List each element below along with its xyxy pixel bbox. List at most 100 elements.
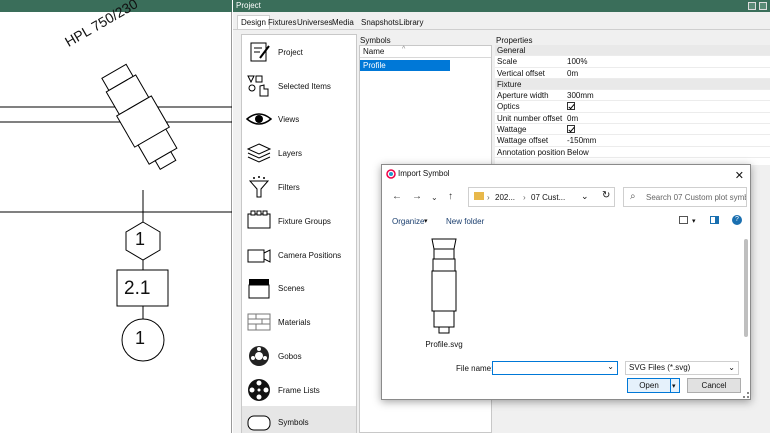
funnel-icon xyxy=(248,176,270,198)
property-key: Annotation position xyxy=(497,147,566,157)
file-item-profile[interactable]: Profile.svg xyxy=(424,237,464,349)
property-row[interactable]: Aperture width 300mm xyxy=(495,90,770,102)
property-key: Scale xyxy=(497,57,518,67)
property-row[interactable]: Wattage xyxy=(495,124,770,136)
property-value[interactable]: 100% xyxy=(567,56,587,67)
design-item-gobos[interactable]: Gobos xyxy=(242,340,356,373)
file-name-input[interactable]: ⌄ xyxy=(492,361,618,375)
property-row[interactable]: Scale 100% xyxy=(495,56,770,68)
tab-design[interactable]: Design xyxy=(237,15,270,29)
property-value[interactable]: Below xyxy=(567,147,589,158)
restore-button[interactable] xyxy=(748,2,756,10)
fixture-groups-icon xyxy=(247,210,271,229)
up-arrow-icon[interactable]: ↑ xyxy=(448,191,453,202)
tab-library[interactable]: Library xyxy=(399,18,423,27)
property-value[interactable]: 0m xyxy=(567,113,578,124)
new-folder-button[interactable]: New folder xyxy=(446,217,484,226)
unit-number: 2.1 xyxy=(124,278,151,299)
open-button[interactable]: Open xyxy=(627,378,671,393)
wattage-checkbox[interactable] xyxy=(567,125,575,134)
help-icon[interactable]: ? xyxy=(732,215,742,225)
file-type-chevron-icon: ⌄ xyxy=(728,363,735,372)
design-item-project[interactable]: Project xyxy=(242,36,356,69)
tab-fixtures[interactable]: Fixtures xyxy=(268,18,296,27)
design-item-selected-items[interactable]: Selected Items xyxy=(242,70,356,103)
design-item-camera-positions[interactable]: Camera Positions xyxy=(242,239,356,272)
property-value[interactable]: 0m xyxy=(567,68,578,79)
close-button[interactable] xyxy=(759,2,767,10)
view-options-icon[interactable] xyxy=(679,216,688,224)
project-titlebar: Project xyxy=(233,0,770,12)
search-box[interactable]: ⌕ Search 07 Custom plot symb... xyxy=(623,187,747,207)
design-item-label: Camera Positions xyxy=(278,251,342,260)
design-item-materials[interactable]: Materials xyxy=(242,306,356,339)
search-icon: ⌕ xyxy=(630,191,636,202)
property-row[interactable]: Vertical offset 0m xyxy=(495,68,770,79)
design-item-filters[interactable]: Filters xyxy=(242,171,356,204)
resize-grip-icon[interactable] xyxy=(743,392,749,398)
design-item-layers[interactable]: Layers xyxy=(242,137,356,170)
file-name-chevron-icon[interactable]: ⌄ xyxy=(607,362,614,371)
design-item-label: Filters xyxy=(278,183,300,192)
cancel-button[interactable]: Cancel xyxy=(687,378,741,393)
property-row[interactable]: Annotation position Below xyxy=(495,147,770,158)
path-part-folder[interactable]: 07 Cust... xyxy=(531,193,565,202)
tab-universes[interactable]: Universes xyxy=(297,18,333,27)
open-chevron-icon: ▾ xyxy=(672,383,676,390)
recent-chevron-icon[interactable]: ⌄ xyxy=(431,193,438,202)
tab-snapshots[interactable]: Snapshots xyxy=(361,18,399,27)
design-item-views[interactable]: Views xyxy=(242,103,356,136)
path-part-year[interactable]: 202... xyxy=(495,193,515,202)
file-view: Profile.svg xyxy=(382,233,750,353)
file-type-value: SVG Files (*.svg) xyxy=(629,363,691,372)
design-item-symbols[interactable]: Symbols xyxy=(242,406,356,433)
open-dropdown-button[interactable]: ▾ xyxy=(670,378,680,393)
dialog-titlebar: Import Symbol ✕ xyxy=(382,165,750,183)
optics-checkbox[interactable] xyxy=(567,102,575,111)
design-list: Project Selected Items Views Layers Filt… xyxy=(241,34,357,433)
symbols-heading: Symbols xyxy=(360,36,391,45)
property-row[interactable]: Optics xyxy=(495,101,770,113)
gobo-icon xyxy=(249,346,269,366)
property-key: Optics xyxy=(497,102,520,112)
properties-grid: General Scale 100% Vertical offset 0m Fixt… xyxy=(495,45,770,165)
property-group-fixture: Fixture xyxy=(495,78,770,91)
symbol-icon xyxy=(247,415,271,431)
dialog-title: Import Symbol xyxy=(398,169,450,178)
symbol-row-profile[interactable]: Profile xyxy=(360,60,450,71)
file-type-select[interactable]: SVG Files (*.svg) ⌄ xyxy=(625,361,739,375)
property-row[interactable]: Wattage offset -150mm xyxy=(495,135,770,147)
navigation-bar: ← → ⌄ ↑ › 202... › 07 Cust... ⌄ ↻ ⌕ Sear… xyxy=(382,187,750,207)
layers-icon xyxy=(246,143,272,163)
file-name-label: File name: xyxy=(456,364,494,373)
design-item-frame-lists[interactable]: Frame Lists xyxy=(242,374,356,407)
refresh-icon[interactable]: ↻ xyxy=(602,190,610,201)
property-group-general: General xyxy=(495,45,770,57)
path-separator: › xyxy=(487,193,490,202)
circle-number: 1 xyxy=(135,328,146,348)
design-item-fixture-groups[interactable]: Fixture Groups xyxy=(242,205,356,238)
address-chevron-icon[interactable]: ⌄ xyxy=(581,191,589,202)
tab-media[interactable]: Media xyxy=(332,18,354,27)
address-bar[interactable]: › 202... › 07 Cust... ⌄ ↻ xyxy=(468,187,615,207)
dialog-close-icon[interactable]: ✕ xyxy=(735,167,744,185)
property-value[interactable]: 300mm xyxy=(567,90,594,101)
back-arrow-icon[interactable]: ← xyxy=(392,191,402,202)
organize-button[interactable]: Organize xyxy=(392,217,424,226)
design-item-label: Gobos xyxy=(278,352,302,361)
property-value[interactable]: -150mm xyxy=(567,135,596,146)
design-item-scenes[interactable]: Scenes xyxy=(242,272,356,305)
forward-arrow-icon[interactable]: → xyxy=(412,191,422,202)
property-key: Wattage xyxy=(497,125,527,135)
property-row[interactable]: Unit number offset 0m xyxy=(495,113,770,125)
camera-icon xyxy=(247,249,271,263)
vertical-scrollbar[interactable] xyxy=(744,239,748,337)
preview-pane-icon[interactable] xyxy=(710,216,719,224)
drawing-canvas[interactable]: HPL 750/230 1 2.1 1 xyxy=(0,0,232,433)
folder-icon xyxy=(474,192,484,200)
file-item-label: Profile.svg xyxy=(425,340,463,349)
sort-arrow-icon: ^ xyxy=(402,46,406,53)
view-chevron-icon[interactable]: ▾ xyxy=(692,217,696,225)
name-column-header[interactable]: Name ^ xyxy=(360,46,491,58)
film-reel-icon xyxy=(248,379,270,401)
